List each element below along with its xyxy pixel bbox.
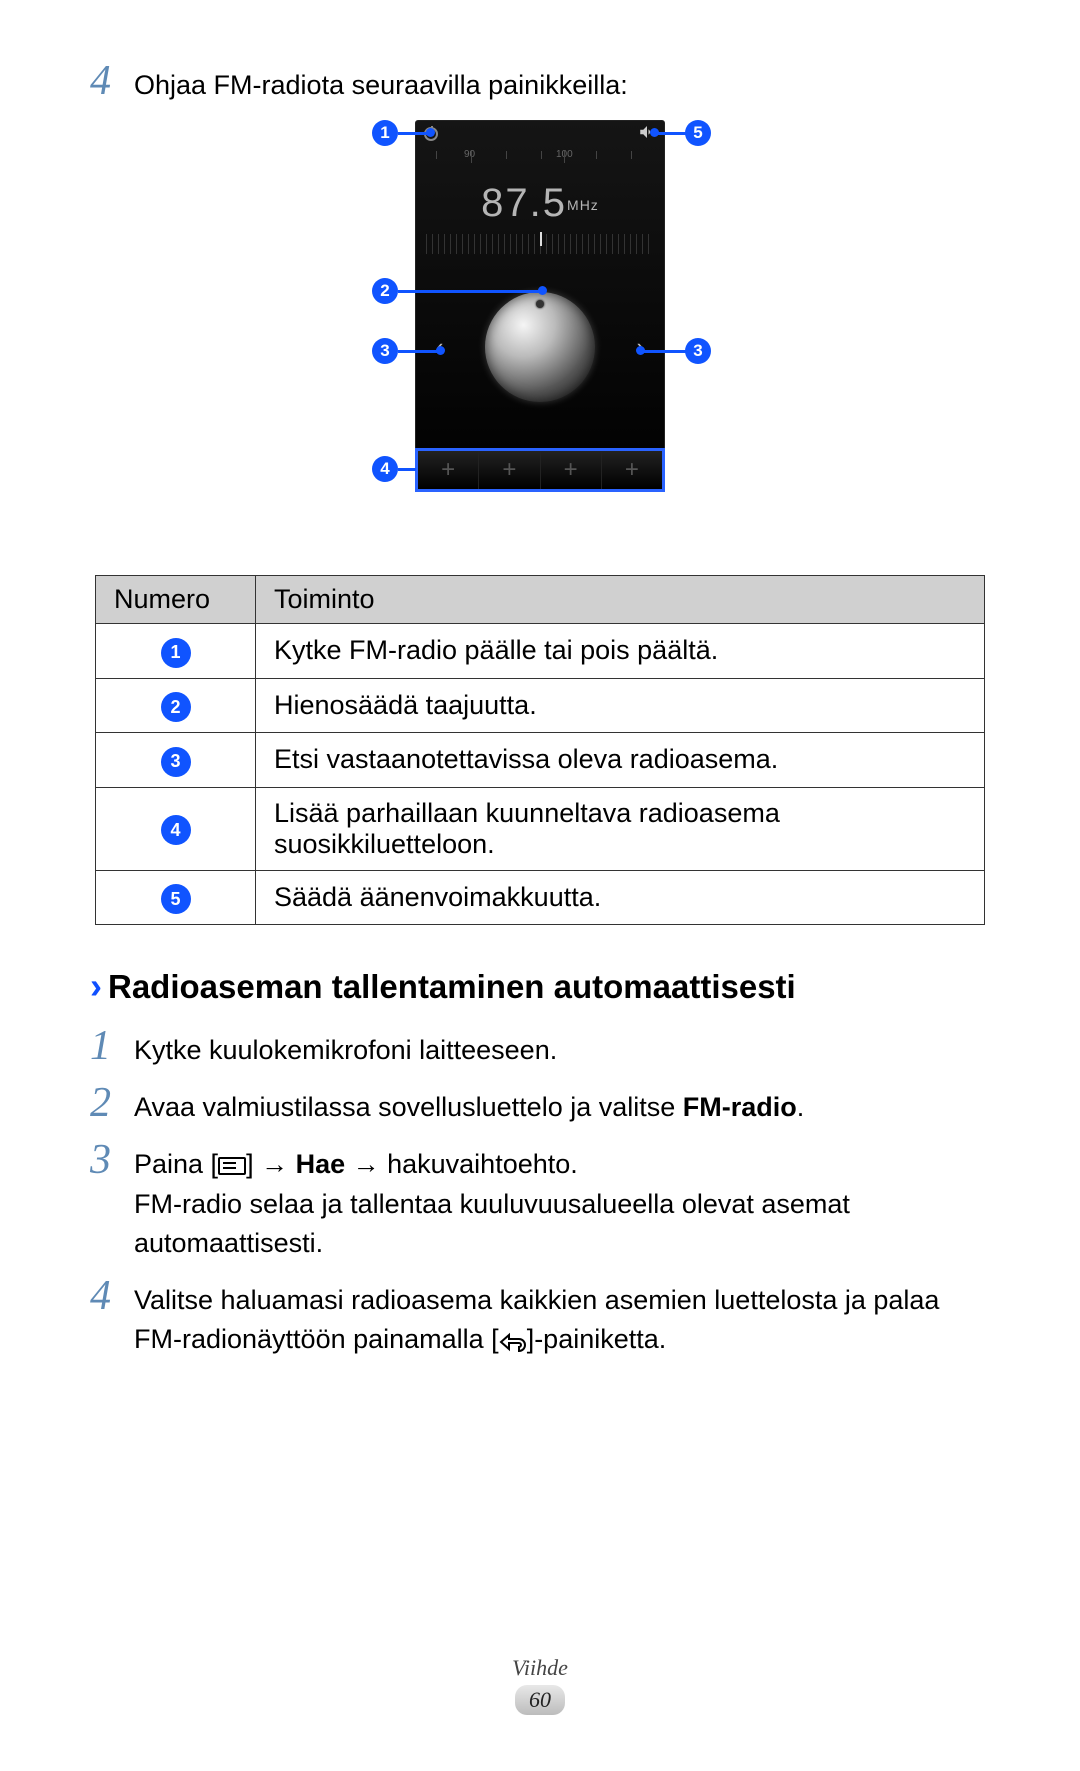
step-text: Kytke kuulokemikrofoni laitteeseen. bbox=[134, 1025, 990, 1070]
fav-slot: + bbox=[541, 451, 602, 489]
fav-slot: + bbox=[602, 451, 662, 489]
section-heading: › Radioaseman tallentaminen automaattise… bbox=[90, 965, 990, 1007]
fm-radio-diagram: 90 100 87.5MHz ‹ › + + + + 1 5 2 3 3 bbox=[330, 120, 750, 550]
callout-4: 4 bbox=[372, 456, 398, 482]
function-table: Numero Toiminto 1 Kytke FM-radio päälle … bbox=[95, 575, 985, 925]
row-text: Etsi vastaanotettavissa oleva radioasema… bbox=[256, 733, 985, 788]
table-row: 5 Säädä äänenvoimakkuutta. bbox=[96, 870, 985, 925]
phone-mock: 90 100 87.5MHz ‹ › bbox=[415, 120, 665, 490]
tuning-dial bbox=[485, 292, 595, 402]
row-text: Kytke FM-radio päälle tai pois päältä. bbox=[256, 624, 985, 679]
row-badge: 1 bbox=[161, 638, 191, 668]
step-1: 1 Kytke kuulokemikrofoni laitteeseen. bbox=[90, 1025, 990, 1070]
page-footer: Viihde 60 bbox=[0, 1655, 1080, 1715]
table-row: 1 Kytke FM-radio päälle tai pois päältä. bbox=[96, 624, 985, 679]
fav-slot: + bbox=[418, 451, 479, 489]
step-2: 2 Avaa valmiustilassa sovellusluettelo j… bbox=[90, 1082, 990, 1127]
callout-1: 1 bbox=[372, 120, 398, 146]
page-number: 60 bbox=[515, 1685, 565, 1715]
row-badge: 5 bbox=[161, 884, 191, 914]
table-row: 2 Hienosäädä taajuutta. bbox=[96, 678, 985, 733]
step-number: 1 bbox=[90, 1025, 134, 1067]
callout-5: 5 bbox=[685, 120, 711, 146]
scale-label-90: 90 bbox=[464, 149, 475, 160]
row-text: Lisää parhaillaan kuunneltava radioasema… bbox=[256, 787, 985, 870]
footer-category: Viihde bbox=[0, 1655, 1080, 1681]
menu-icon bbox=[218, 1157, 246, 1175]
favourites-bar: + + + + bbox=[415, 448, 665, 492]
step-text: Valitse haluamasi radioasema kaikkien as… bbox=[134, 1275, 990, 1363]
callout-2: 2 bbox=[372, 278, 398, 304]
th-number: Numero bbox=[96, 576, 256, 624]
step-text: Ohjaa FM-radiota seuraavilla painikkeill… bbox=[134, 60, 990, 105]
step-text: Paina [] → Hae → hakuvaihtoehto. FM-radi… bbox=[134, 1139, 990, 1262]
table-row: 3 Etsi vastaanotettavissa oleva radioase… bbox=[96, 733, 985, 788]
fav-slot: + bbox=[479, 451, 540, 489]
frequency-display: 87.5MHz bbox=[416, 181, 664, 226]
th-function: Toiminto bbox=[256, 576, 985, 624]
step-number: 4 bbox=[90, 1275, 134, 1317]
chevron-right-icon: › bbox=[90, 965, 102, 1007]
step-number: 3 bbox=[90, 1139, 134, 1181]
step-number: 4 bbox=[90, 60, 134, 102]
frequency-value: 87.5 bbox=[481, 181, 567, 225]
row-badge: 4 bbox=[161, 815, 191, 845]
step-number: 2 bbox=[90, 1082, 134, 1124]
callout-3-right: 3 bbox=[685, 338, 711, 364]
row-text: Säädä äänenvoimakkuutta. bbox=[256, 870, 985, 925]
callout-3-left: 3 bbox=[372, 338, 398, 364]
fine-tune-scale bbox=[426, 234, 654, 254]
step-4-intro: 4 Ohjaa FM-radiota seuraavilla painikkei… bbox=[90, 60, 990, 105]
step-3: 3 Paina [] → Hae → hakuvaihtoehto. FM-ra… bbox=[90, 1139, 990, 1262]
step-text: Avaa valmiustilassa sovellusluettelo ja … bbox=[134, 1082, 990, 1127]
row-text: Hienosäädä taajuutta. bbox=[256, 678, 985, 733]
row-badge: 2 bbox=[161, 692, 191, 722]
table-row: 4 Lisää parhaillaan kuunneltava radioase… bbox=[96, 787, 985, 870]
section-title: Radioaseman tallentaminen automaattisest… bbox=[108, 968, 796, 1006]
back-icon bbox=[499, 1324, 527, 1363]
row-badge: 3 bbox=[161, 747, 191, 777]
step-4: 4 Valitse haluamasi radioasema kaikkien … bbox=[90, 1275, 990, 1363]
frequency-unit: MHz bbox=[567, 197, 599, 213]
frequency-scale: 90 100 bbox=[416, 147, 664, 175]
